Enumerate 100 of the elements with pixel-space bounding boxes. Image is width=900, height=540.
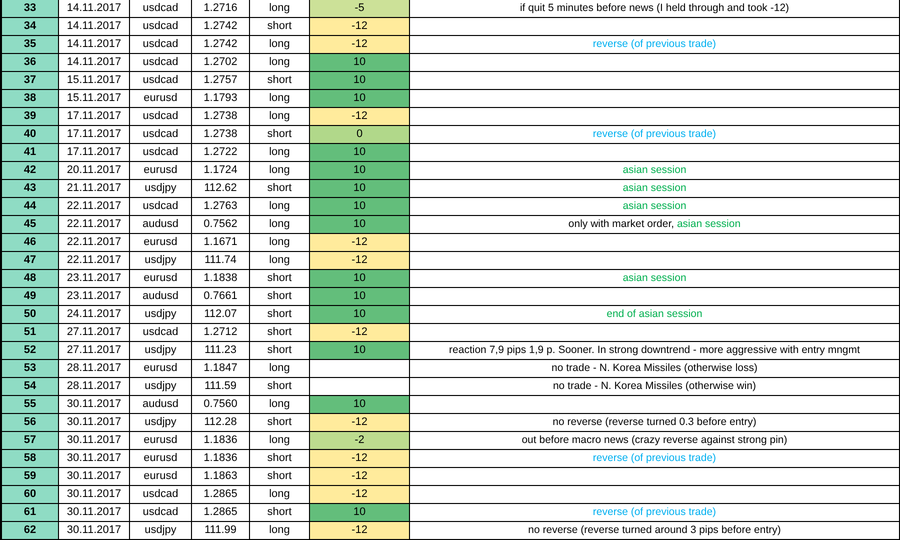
result-cell: -5: [310, 0, 410, 18]
pair-cell: usdcad: [130, 0, 192, 18]
price-cell: 1.2722: [192, 144, 250, 162]
row-number: 34: [2, 18, 59, 36]
date-cell: 17.11.2017: [59, 144, 130, 162]
date-cell: 23.11.2017: [59, 270, 130, 288]
price-cell: 1.2738: [192, 126, 250, 144]
result-cell: 10: [310, 198, 410, 216]
direction-cell: long: [250, 360, 310, 378]
pair-cell: usdcad: [130, 36, 192, 54]
comment-cell: reaction 7,9 pips 1,9 p. Sooner. In strong downtrend - more aggressive with entry mngmt: [410, 342, 900, 360]
pair-cell: usdcad: [130, 504, 192, 522]
date-cell: 30.11.2017: [59, 432, 130, 450]
date-cell: 28.11.2017: [59, 360, 130, 378]
pair-cell: eurusd: [130, 234, 192, 252]
price-cell: 1.1847: [192, 360, 250, 378]
pair-cell: usdcad: [130, 324, 192, 342]
pair-cell: usdjpy: [130, 522, 192, 540]
pair-cell: eurusd: [130, 90, 192, 108]
row-number: 53: [2, 360, 59, 378]
price-cell: 0.7661: [192, 288, 250, 306]
date-cell: 23.11.2017: [59, 288, 130, 306]
price-cell: 112.28: [192, 414, 250, 432]
date-cell: 22.11.2017: [59, 216, 130, 234]
pair-cell: usdcad: [130, 54, 192, 72]
row-number: 57: [2, 432, 59, 450]
row-number: 47: [2, 252, 59, 270]
pair-cell: eurusd: [130, 432, 192, 450]
price-cell: 1.1836: [192, 432, 250, 450]
result-cell: 10: [310, 180, 410, 198]
date-cell: 22.11.2017: [59, 234, 130, 252]
row-number: 39: [2, 108, 59, 126]
price-cell: 1.2865: [192, 504, 250, 522]
pair-cell: usdcad: [130, 108, 192, 126]
pair-cell: usdcad: [130, 198, 192, 216]
date-cell: 30.11.2017: [59, 414, 130, 432]
comment-cell: no trade - N. Korea Missiles (otherwise loss): [410, 360, 900, 378]
row-number: 36: [2, 54, 59, 72]
result-cell: 10: [310, 72, 410, 90]
date-cell: 14.11.2017: [59, 18, 130, 36]
comment-cell: end of asian session: [410, 306, 900, 324]
result-cell: -12: [310, 18, 410, 36]
row-number: 35: [2, 36, 59, 54]
row-number: 55: [2, 396, 59, 414]
result-cell: 10: [310, 288, 410, 306]
result-cell: 0: [310, 126, 410, 144]
pair-cell: audusd: [130, 288, 192, 306]
date-cell: 21.11.2017: [59, 180, 130, 198]
pair-cell: eurusd: [130, 162, 192, 180]
comment-cell: reverse (of previous trade): [410, 450, 900, 468]
row-number: 58: [2, 450, 59, 468]
price-cell: 1.2757: [192, 72, 250, 90]
date-cell: 30.11.2017: [59, 396, 130, 414]
date-cell: 27.11.2017: [59, 324, 130, 342]
date-cell: 27.11.2017: [59, 342, 130, 360]
price-cell: 1.2742: [192, 36, 250, 54]
row-number: 41: [2, 144, 59, 162]
row-number: 51: [2, 324, 59, 342]
pair-cell: usdcad: [130, 486, 192, 504]
price-cell: 1.2742: [192, 18, 250, 36]
price-cell: 1.2712: [192, 324, 250, 342]
comment-cell: asian session: [410, 198, 900, 216]
price-cell: 1.2763: [192, 198, 250, 216]
result-cell: 10: [310, 216, 410, 234]
comment-cell: reverse (of previous trade): [410, 504, 900, 522]
price-cell: 1.1793: [192, 90, 250, 108]
comment-cell: reverse (of previous trade): [410, 36, 900, 54]
result-cell: -12: [310, 324, 410, 342]
row-number: 50: [2, 306, 59, 324]
price-cell: 1.2702: [192, 54, 250, 72]
result-cell: 10: [310, 162, 410, 180]
date-cell: 30.11.2017: [59, 504, 130, 522]
row-number: 56: [2, 414, 59, 432]
row-number: 44: [2, 198, 59, 216]
date-cell: 30.11.2017: [59, 450, 130, 468]
row-number: 45: [2, 216, 59, 234]
result-cell: -12: [310, 486, 410, 504]
date-cell: 28.11.2017: [59, 378, 130, 396]
row-number: 49: [2, 288, 59, 306]
comment-cell: no reverse (reverse turned 0.3 before entry): [410, 414, 900, 432]
price-cell: 0.7560: [192, 396, 250, 414]
row-number: 52: [2, 342, 59, 360]
row-number: 42: [2, 162, 59, 180]
price-cell: 1.1838: [192, 270, 250, 288]
price-cell: 1.2716: [192, 0, 250, 18]
date-cell: 24.11.2017: [59, 306, 130, 324]
date-cell: 15.11.2017: [59, 72, 130, 90]
date-cell: 17.11.2017: [59, 126, 130, 144]
row-number: 59: [2, 468, 59, 486]
comment-cell: if quit 5 minutes before news (I held through and took -12): [410, 0, 900, 18]
row-number: 37: [2, 72, 59, 90]
result-cell: -12: [310, 468, 410, 486]
result-cell: -12: [310, 450, 410, 468]
result-cell: -2: [310, 432, 410, 450]
price-cell: 1.1863: [192, 468, 250, 486]
price-cell: 111.23: [192, 342, 250, 360]
pair-cell: usdjpy: [130, 414, 192, 432]
result-cell: 10: [310, 90, 410, 108]
result-cell: 10: [310, 396, 410, 414]
date-cell: 14.11.2017: [59, 54, 130, 72]
